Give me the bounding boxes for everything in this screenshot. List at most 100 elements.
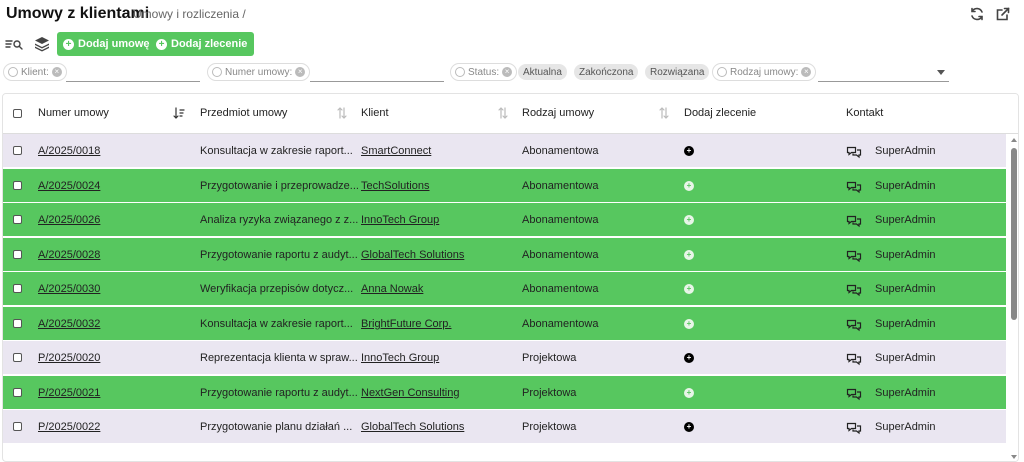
contract-number-link[interactable]: A/2025/0030 bbox=[38, 283, 100, 295]
client-link[interactable]: BrightFuture Corp. bbox=[361, 318, 451, 330]
row-checkbox[interactable] bbox=[13, 284, 22, 293]
contract-subject: Konsultacja w zakresie raport... bbox=[200, 145, 353, 157]
contact-name: SuperAdmin bbox=[875, 283, 936, 295]
table-row[interactable]: A/2025/0032 Konsultacja w zakresie raport… bbox=[3, 306, 1006, 341]
refresh-icon[interactable] bbox=[969, 6, 985, 22]
scroll-up-icon[interactable] bbox=[1011, 138, 1017, 142]
contract-number-link[interactable]: A/2025/0026 bbox=[38, 214, 100, 226]
table-row[interactable]: A/2025/0030 Weryfikacja przepisów dotycz.… bbox=[3, 272, 1006, 306]
chat-icon[interactable] bbox=[846, 180, 862, 194]
client-link[interactable]: InnoTech Group bbox=[361, 214, 439, 226]
scrollbar-thumb[interactable] bbox=[1011, 148, 1017, 320]
contract-type-select[interactable] bbox=[818, 68, 949, 82]
contract-number-link[interactable]: A/2025/0028 bbox=[38, 249, 100, 261]
row-checkbox[interactable] bbox=[13, 215, 22, 224]
add-order-icon[interactable]: + bbox=[684, 318, 694, 329]
table-header: Numer umowy Przedmiot umowy Klient Rodza… bbox=[3, 94, 1018, 134]
chat-icon[interactable] bbox=[846, 145, 862, 159]
add-contract-button[interactable]: + Dodaj umowę bbox=[57, 32, 157, 56]
client-link[interactable]: NextGen Consulting bbox=[361, 387, 459, 399]
contract-type: Abonamentowa bbox=[522, 317, 599, 330]
add-order-icon[interactable]: + bbox=[684, 180, 694, 191]
contract-number-link[interactable]: P/2025/0022 bbox=[38, 421, 100, 433]
external-link-icon[interactable] bbox=[995, 6, 1011, 22]
table-row[interactable]: A/2025/0024 Przygotowanie i przeprowadze.… bbox=[3, 168, 1006, 203]
chevron-down-icon[interactable] bbox=[937, 70, 945, 75]
status-option-finished[interactable]: Zakończona bbox=[574, 64, 639, 80]
client-link[interactable]: Anna Nowak bbox=[361, 283, 423, 295]
client-link[interactable]: InnoTech Group bbox=[361, 352, 439, 364]
chat-icon[interactable] bbox=[846, 387, 862, 401]
clear-icon[interactable]: × bbox=[801, 67, 812, 77]
add-order-icon[interactable]: + bbox=[684, 422, 694, 432]
table-row[interactable]: A/2025/0026 Analiza ryzyka związanego z z… bbox=[3, 203, 1006, 237]
status-option-current[interactable]: Aktualna bbox=[518, 64, 567, 80]
plus-icon: + bbox=[63, 38, 74, 50]
column-header-client[interactable]: Klient bbox=[361, 107, 389, 119]
contract-type: Abonamentowa bbox=[522, 283, 599, 295]
table-row[interactable]: A/2025/0018 Konsultacja w zakresie raport… bbox=[3, 134, 1006, 168]
client-link[interactable]: TechSolutions bbox=[361, 180, 430, 192]
table-row[interactable]: P/2025/0022 Przygotowanie planu działań .… bbox=[3, 410, 1006, 444]
chat-icon[interactable] bbox=[846, 421, 862, 435]
vertical-scrollbar[interactable] bbox=[1008, 134, 1018, 461]
add-order-icon[interactable]: + bbox=[684, 284, 694, 294]
row-checkbox[interactable] bbox=[13, 318, 22, 328]
row-checkbox[interactable] bbox=[13, 353, 22, 362]
contract-type: Abonamentowa bbox=[522, 214, 599, 226]
select-all-checkbox[interactable] bbox=[13, 109, 22, 118]
clear-icon[interactable]: × bbox=[295, 67, 306, 77]
status-option-terminated[interactable]: Rozwiązana bbox=[645, 64, 710, 80]
scroll-down-icon[interactable] bbox=[1011, 455, 1017, 459]
table-row[interactable]: A/2025/0028 Przygotowanie raportu z audyt… bbox=[3, 237, 1006, 272]
contract-number-link[interactable]: A/2025/0024 bbox=[38, 180, 100, 192]
client-filter-chip[interactable]: Klient: × bbox=[3, 63, 67, 81]
contract-number-filter-input[interactable] bbox=[310, 68, 444, 82]
contract-number-filter-chip[interactable]: Numer umowy: × bbox=[207, 63, 311, 81]
sort-desc-icon[interactable] bbox=[173, 106, 185, 120]
sort-icon[interactable] bbox=[497, 106, 509, 120]
chat-icon[interactable] bbox=[846, 249, 862, 263]
client-filter-input[interactable] bbox=[66, 68, 200, 82]
table-row[interactable]: P/2025/0020 Reprezentacja klienta w spraw… bbox=[3, 341, 1006, 375]
contract-number-link[interactable]: A/2025/0018 bbox=[38, 145, 100, 157]
plus-icon: + bbox=[156, 38, 167, 50]
sort-icon[interactable] bbox=[336, 106, 348, 120]
row-checkbox[interactable] bbox=[13, 180, 22, 190]
row-checkbox[interactable] bbox=[13, 146, 22, 155]
row-checkbox[interactable] bbox=[13, 422, 22, 431]
add-order-icon[interactable]: + bbox=[684, 215, 694, 225]
column-header-type[interactable]: Rodzaj umowy bbox=[522, 107, 594, 119]
add-order-icon[interactable]: + bbox=[684, 353, 694, 363]
chat-icon[interactable] bbox=[846, 283, 862, 297]
add-order-icon[interactable]: + bbox=[684, 249, 694, 260]
contact-name: SuperAdmin bbox=[875, 421, 936, 433]
table-row[interactable]: P/2025/0021 Przygotowanie raportu z audyt… bbox=[3, 375, 1006, 410]
column-header-subject[interactable]: Przedmiot umowy bbox=[200, 107, 287, 119]
row-checkbox[interactable] bbox=[13, 387, 22, 397]
contract-number-link[interactable]: P/2025/0021 bbox=[38, 387, 100, 399]
sort-icon[interactable] bbox=[658, 106, 670, 120]
column-header-number[interactable]: Numer umowy bbox=[38, 107, 109, 119]
clear-icon[interactable]: × bbox=[51, 67, 62, 77]
chat-icon[interactable] bbox=[846, 214, 862, 228]
client-link[interactable]: GlobalTech Solutions bbox=[361, 421, 464, 433]
page-title: Umowy z klientami bbox=[6, 5, 150, 22]
clear-icon[interactable]: × bbox=[502, 67, 513, 77]
chat-icon[interactable] bbox=[846, 318, 862, 332]
client-link[interactable]: GlobalTech Solutions bbox=[361, 249, 464, 261]
contract-number-link[interactable]: A/2025/0032 bbox=[38, 318, 100, 330]
chat-icon[interactable] bbox=[846, 352, 862, 366]
filter-bar: Klient: × Numer umowy: × Status: × Aktua… bbox=[0, 62, 1024, 84]
add-order-icon[interactable]: + bbox=[684, 146, 694, 156]
contract-number-link[interactable]: P/2025/0020 bbox=[38, 352, 100, 364]
add-order-icon[interactable]: + bbox=[684, 387, 694, 398]
status-filter-chip[interactable]: Status: × bbox=[450, 63, 518, 81]
add-order-button[interactable]: + Dodaj zlecenie bbox=[150, 32, 255, 56]
filter-search-icon[interactable] bbox=[5, 36, 23, 52]
row-checkbox[interactable] bbox=[13, 249, 22, 259]
client-link[interactable]: SmartConnect bbox=[361, 145, 431, 157]
layers-icon[interactable] bbox=[33, 36, 51, 52]
contract-type-filter-chip[interactable]: Rodzaj umowy: × bbox=[712, 63, 817, 81]
breadcrumb[interactable]: Umowy i rozliczenia / bbox=[133, 7, 246, 21]
